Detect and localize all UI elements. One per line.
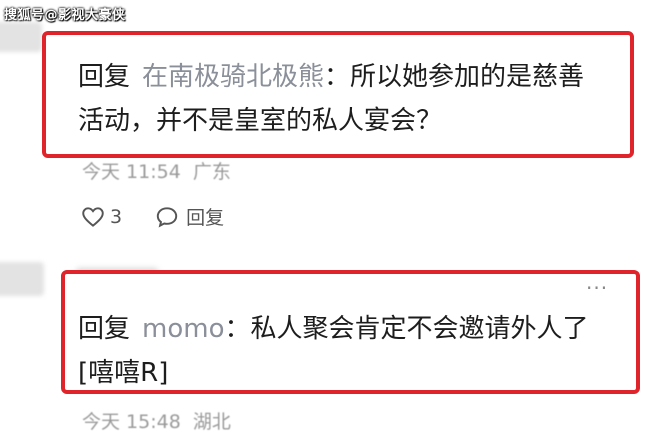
comment-line-2: [嘻嘻R]	[78, 358, 169, 388]
more-options-icon[interactable]: ···	[586, 276, 608, 300]
comment-meta: 今天 11:54 广东	[82, 157, 231, 184]
comment-meta: 今天 15:48 湖北	[82, 407, 231, 434]
avatar[interactable]	[0, 262, 44, 296]
comment-text: 回复 momo：私人聚会肯定不会邀请外人了	[78, 306, 589, 352]
comment-line-1: 私人聚会肯定不会邀请外人了	[250, 314, 589, 344]
comment-actions: 3 回复	[80, 203, 224, 230]
like-count: 3	[110, 205, 123, 228]
comment-line-1: 所以她参加的是慈善	[350, 62, 585, 92]
location: 湖北	[192, 411, 231, 433]
heart-icon	[82, 206, 104, 227]
timestamp: 今天 15:48	[82, 411, 181, 433]
username[interactable]: momo	[142, 314, 224, 344]
comment-line-2: 活动，并不是皇室的私人宴会？	[78, 106, 443, 136]
reply-button[interactable]: 回复	[154, 203, 224, 230]
comment-bubble-icon	[156, 206, 178, 228]
username[interactable]: 在南极骑北极熊	[142, 62, 324, 92]
avatar[interactable]	[0, 22, 42, 52]
reply-word[interactable]: 回复	[78, 314, 130, 344]
watermark: 搜狐号@影视大豪侠	[4, 8, 126, 23]
comment-text-line-2: 活动，并不是皇室的私人宴会？	[78, 98, 442, 144]
reply-word[interactable]: 回复	[78, 62, 130, 92]
like-button[interactable]: 3	[80, 204, 122, 230]
comment-text-line-2: [嘻嘻R]	[78, 350, 168, 396]
location: 广东	[192, 161, 231, 183]
comment-text: 回复 在南极骑北极熊：所以她参加的是慈善	[78, 54, 584, 100]
separator: ：	[224, 314, 251, 344]
reply-label: 回复	[186, 207, 225, 229]
separator: ：	[324, 62, 351, 92]
timestamp: 今天 11:54	[82, 161, 181, 183]
